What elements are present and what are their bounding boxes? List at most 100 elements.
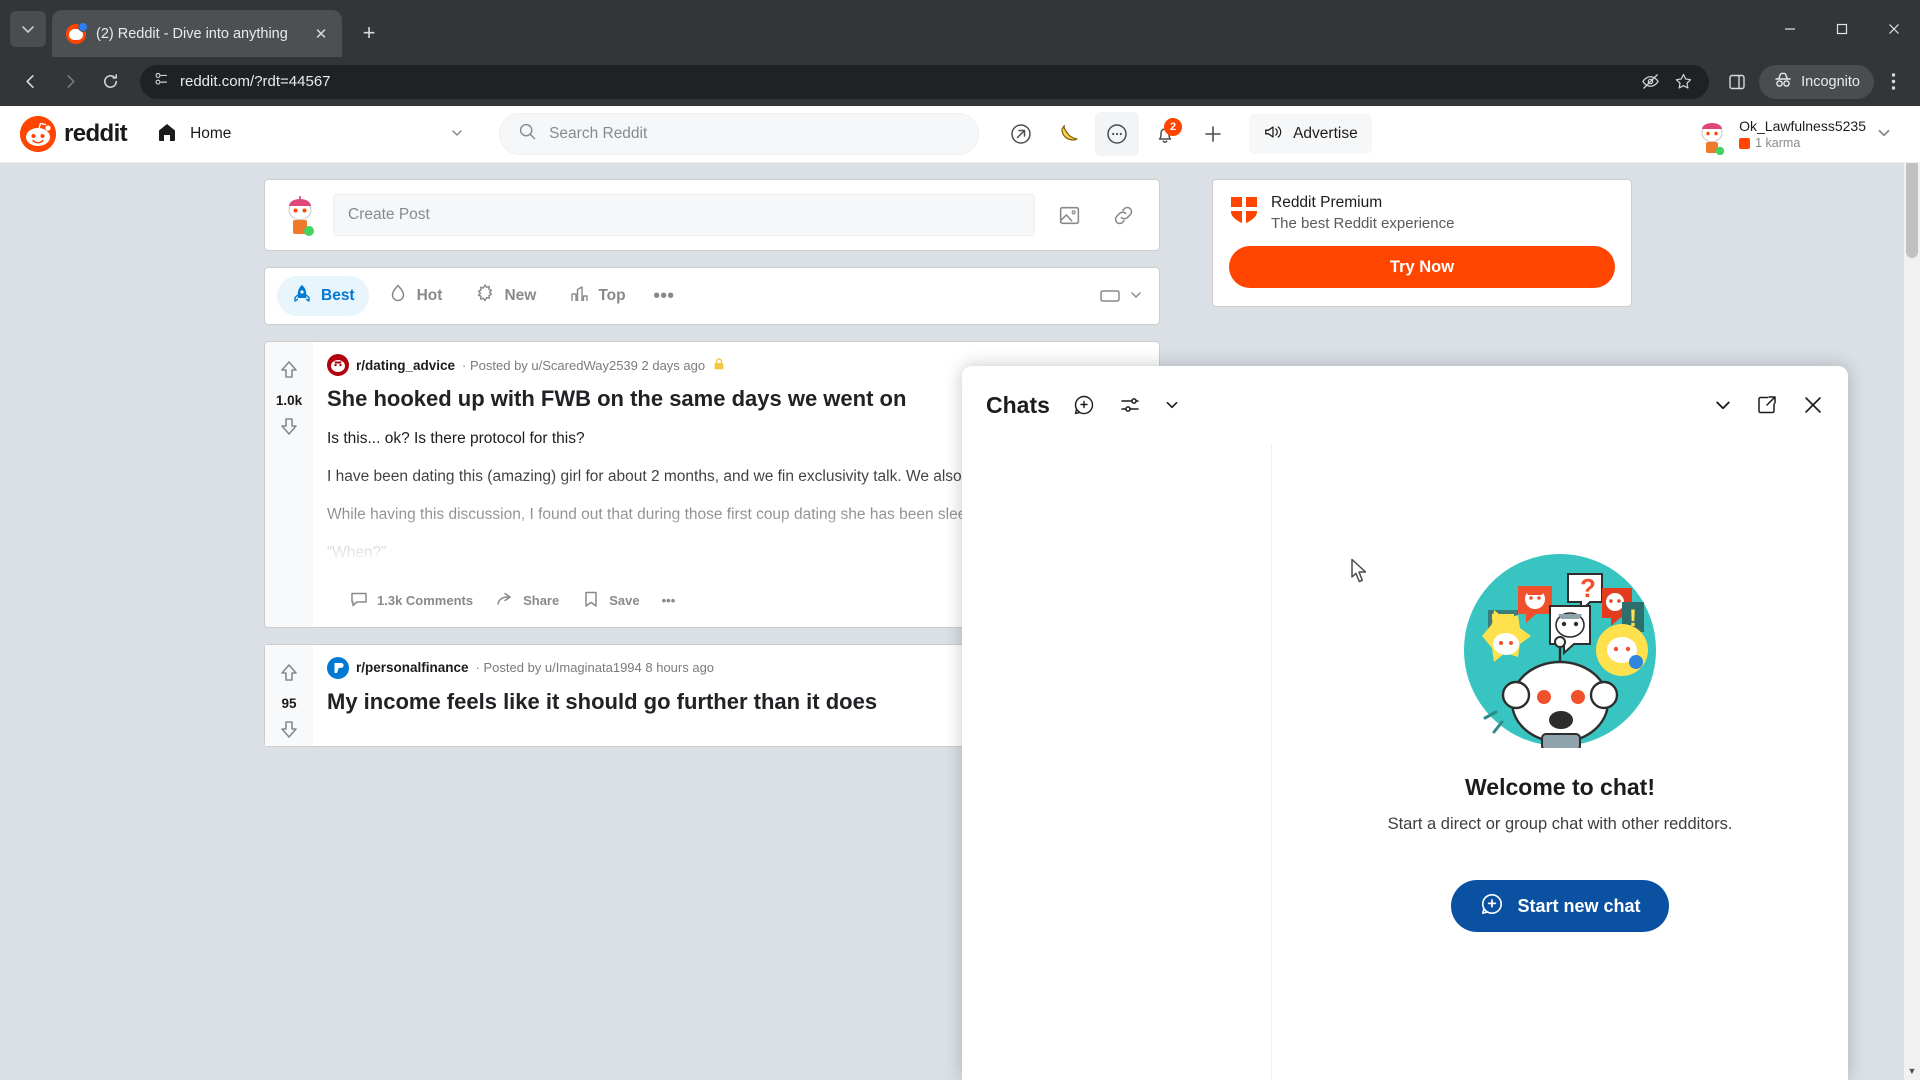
snoo-chat-illustration-icon: ? ! [1462, 552, 1658, 751]
new-chat-icon[interactable] [1072, 393, 1096, 417]
page-scrollbar[interactable]: ▲ ▼ [1904, 106, 1920, 1080]
search-icon [518, 122, 537, 146]
avatar [1695, 117, 1729, 156]
pop-out-icon[interactable] [1756, 394, 1778, 416]
start-new-chat-button[interactable]: Start new chat [1451, 880, 1669, 932]
search-placeholder: Search Reddit [549, 125, 648, 142]
user-karma: 1 karma [1739, 136, 1866, 150]
forward-button[interactable] [52, 64, 88, 100]
chat-conversation-list[interactable] [962, 444, 1272, 1080]
eye-off-icon[interactable] [1641, 72, 1660, 91]
scroll-down-arrow[interactable]: ▼ [1904, 1062, 1920, 1080]
create-post-placeholder: Create Post [348, 206, 430, 223]
premium-title: Reddit Premium [1271, 194, 1383, 211]
sort-item-new[interactable]: New [460, 276, 550, 316]
tab-search-button[interactable] [10, 11, 46, 47]
reload-button[interactable] [92, 64, 128, 100]
create-post-bar: Create Post [264, 179, 1160, 251]
user-menu[interactable]: Ok_Lawfulness5235 1 karma [1687, 112, 1900, 156]
star-icon[interactable] [1674, 72, 1693, 91]
comments-button[interactable]: 1.3k Comments [341, 585, 481, 617]
comment-icon [349, 589, 369, 612]
advertise-label: Advertise [1293, 125, 1358, 142]
new-tab-button[interactable]: + [352, 16, 386, 50]
chevron-down-icon[interactable] [1164, 397, 1180, 413]
sort-label: Best [321, 287, 355, 304]
chat-header-left: Chats [986, 392, 1286, 419]
reddit-logo[interactable]: reddit [20, 116, 128, 152]
back-button[interactable] [12, 64, 48, 100]
banana-icon[interactable] [1047, 112, 1091, 156]
chat-panel: Chats ? ! Welcome to chat! Start a direc… [962, 366, 1848, 1080]
vote-count: 1.0k [275, 393, 303, 408]
chat-empty-title: Welcome to chat! [1465, 774, 1655, 800]
downvote-icon[interactable] [277, 717, 301, 746]
incognito-icon [1773, 71, 1793, 93]
post-more-button[interactable]: ••• [654, 585, 684, 617]
minimize-chat-icon[interactable] [1714, 396, 1732, 414]
image-icon[interactable] [1049, 195, 1089, 235]
tab-strip: (2) Reddit - Dive into anything ✕ + [0, 0, 1920, 57]
premium-card: Reddit Premium The best Reddit experienc… [1212, 179, 1632, 307]
sort-more-icon[interactable]: ••• [644, 276, 684, 316]
link-icon[interactable] [1103, 195, 1143, 235]
side-panel-icon[interactable] [1719, 64, 1755, 100]
tab-title: (2) Reddit - Dive into anything [96, 25, 288, 42]
upvote-icon[interactable] [277, 358, 301, 387]
close-window-button[interactable] [1868, 0, 1920, 57]
incognito-indicator[interactable]: Incognito [1759, 64, 1874, 99]
save-label: Save [609, 593, 640, 609]
bookmark-icon [581, 589, 601, 612]
sort-label: Top [598, 287, 626, 304]
page-info-icon[interactable] [154, 71, 170, 92]
reddit-page: reddit Home Search Reddit 2 Advertise Ok… [0, 106, 1920, 1080]
home-dropdown[interactable]: Home [145, 115, 475, 153]
subreddit-name[interactable]: r/dating_advice [356, 358, 455, 373]
sort-item-top[interactable]: Top [554, 276, 639, 316]
sort-item-best[interactable]: Best [277, 276, 369, 316]
svg-text:?: ? [1580, 573, 1596, 603]
premium-row: Reddit Premium The best Reddit experienc… [1229, 194, 1615, 232]
subreddit-name[interactable]: r/personalfinance [356, 660, 469, 675]
create-icon[interactable] [1191, 112, 1235, 156]
share-label: Share [523, 593, 560, 609]
chat-icon[interactable] [1095, 112, 1140, 156]
reddit-favicon-icon [66, 21, 88, 44]
chevron-down-icon[interactable] [1129, 288, 1143, 305]
chat-body: ? ! Welcome to chat! Start a direct or g… [962, 444, 1848, 1080]
sort-item-hot[interactable]: Hot [373, 276, 457, 316]
subreddit-icon [327, 354, 349, 376]
address-bar[interactable]: reddit.com/?rdt=44567 [140, 64, 1710, 99]
share-button[interactable]: Share [487, 585, 567, 617]
notifications-icon[interactable]: 2 [1143, 112, 1187, 156]
advertise-button[interactable]: Advertise [1249, 114, 1372, 154]
downvote-icon[interactable] [277, 414, 301, 443]
chat-header-right [1714, 394, 1824, 416]
toolbar-right-actions: Incognito [1719, 64, 1908, 100]
minimize-button[interactable] [1764, 0, 1816, 57]
maximize-button[interactable] [1816, 0, 1868, 57]
create-post-input[interactable]: Create Post [333, 194, 1035, 236]
home-icon [156, 121, 178, 148]
popular-icon[interactable] [999, 112, 1043, 156]
browser-toolbar: reddit.com/?rdt=44567 Incognito [0, 57, 1920, 106]
kebab-menu-icon[interactable] [1878, 64, 1908, 100]
close-icon[interactable] [1802, 394, 1824, 416]
upvote-icon[interactable] [277, 661, 301, 690]
filter-icon[interactable] [1118, 393, 1142, 417]
save-button[interactable]: Save [573, 585, 647, 617]
browser-tab[interactable]: (2) Reddit - Dive into anything ✕ [52, 10, 342, 57]
close-icon[interactable]: ✕ [310, 23, 332, 45]
incognito-label: Incognito [1801, 73, 1860, 90]
sort-label: New [504, 287, 537, 304]
card-view-icon[interactable] [1097, 283, 1123, 309]
reddit-header: reddit Home Search Reddit 2 Advertise Ok… [0, 106, 1920, 163]
chevron-down-icon [1876, 125, 1892, 144]
header-actions: 2 Advertise [999, 112, 1372, 156]
share-icon [495, 589, 515, 612]
view-options[interactable] [1097, 283, 1147, 309]
search-input[interactable]: Search Reddit [499, 113, 980, 155]
vote-column: 1.0k [265, 342, 313, 627]
chat-header: Chats [962, 366, 1848, 444]
try-now-button[interactable]: Try Now [1229, 246, 1615, 288]
